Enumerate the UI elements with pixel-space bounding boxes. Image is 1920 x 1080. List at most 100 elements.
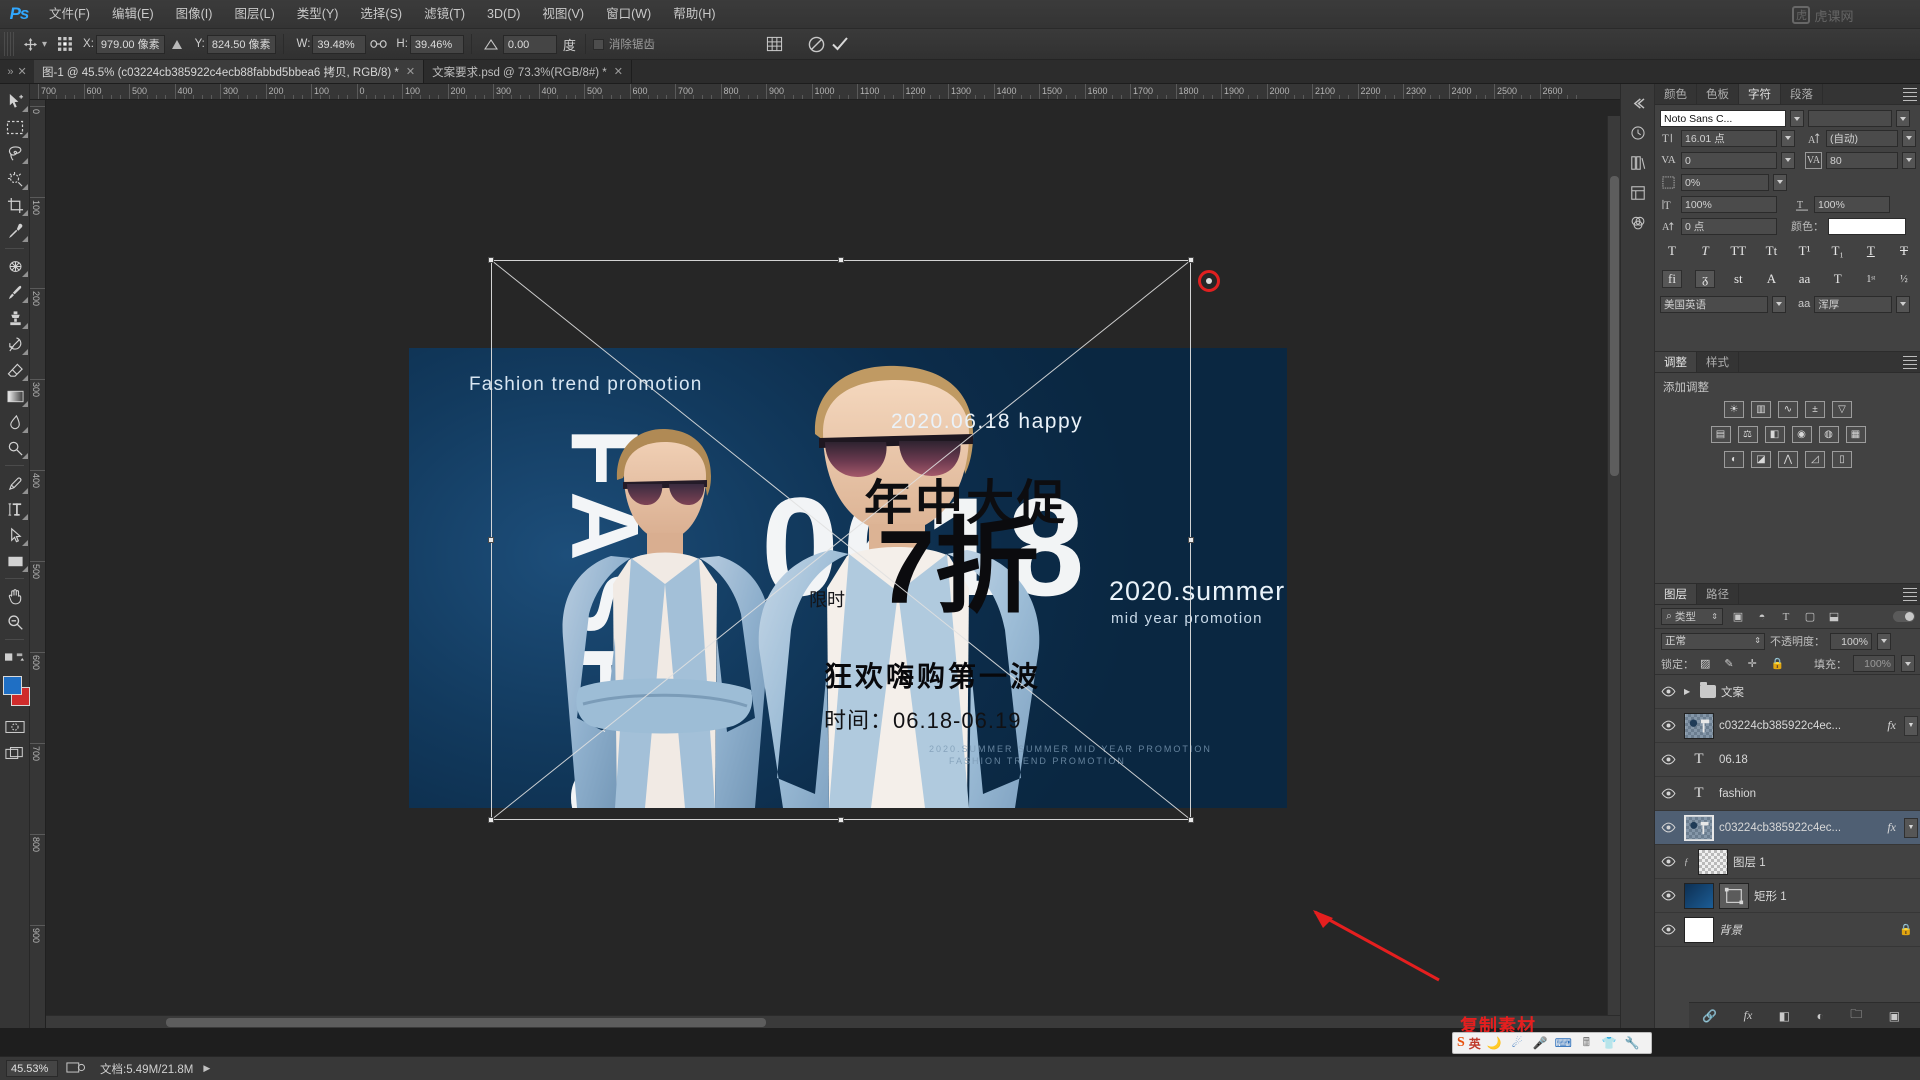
curves-icon[interactable]: ∿ — [1778, 401, 1798, 418]
discretionary-ligatures-button[interactable]: st — [1728, 270, 1748, 288]
menu-item-10[interactable]: 帮助(H) — [662, 0, 726, 29]
close-all-icon[interactable]: ✕ — [17, 65, 26, 78]
layers-panel-menu-icon[interactable] — [1903, 588, 1917, 601]
opacity-field[interactable]: 100% — [1830, 632, 1872, 650]
font-family-field[interactable]: Noto Sans C... — [1660, 110, 1786, 127]
vertical-scale-field[interactable]: 100% — [1681, 195, 1777, 213]
swash-button[interactable]: A — [1761, 270, 1781, 288]
menu-item-7[interactable]: 3D(D) — [476, 0, 531, 29]
titling-alternates-button[interactable]: T — [1828, 270, 1848, 288]
cancel-transform-icon[interactable] — [804, 33, 828, 55]
language-field[interactable]: 美国英语 — [1660, 295, 1768, 313]
layer-visibility-icon[interactable] — [1657, 913, 1679, 947]
photo-filter-icon[interactable]: ◉ — [1791, 426, 1812, 443]
vector-mask-thumbnail[interactable] — [1719, 882, 1749, 909]
small-caps-button[interactable]: Tt — [1761, 242, 1781, 260]
layer-row[interactable]: ƒ 图层 1 — [1655, 845, 1920, 879]
menu-item-2[interactable]: 图像(I) — [165, 0, 224, 29]
antialias-checkbox[interactable]: 消除锯齿 — [592, 36, 655, 52]
clone-stamp-tool[interactable] — [0, 305, 30, 331]
move-tool-preset-icon[interactable] — [18, 33, 42, 55]
menu-item-1[interactable]: 编辑(E) — [101, 0, 165, 29]
menu-item-5[interactable]: 选择(S) — [349, 0, 413, 29]
layer-name[interactable]: c03224cb385922c4ec... — [1719, 720, 1882, 732]
ordinals-button[interactable]: 1ˢᵗ — [1861, 270, 1881, 288]
faux-italic-button[interactable]: T — [1695, 242, 1715, 260]
lock-position-icon[interactable]: ✛ — [1748, 657, 1757, 670]
font-style-dropdown[interactable] — [1896, 110, 1910, 127]
hue-saturation-icon[interactable]: ▤ — [1710, 426, 1731, 443]
moon-icon[interactable]: 🌙 — [1485, 1034, 1504, 1052]
text-color-swatch[interactable] — [1828, 217, 1906, 235]
pixel-layer-thumbnail[interactable] — [1698, 848, 1728, 875]
menu-item-3[interactable]: 图层(L) — [223, 0, 285, 29]
layer-name[interactable]: 06.18 — [1719, 754, 1920, 766]
posterize-icon[interactable]: ◪ — [1751, 451, 1771, 468]
tools-icon[interactable]: 🔧 — [1623, 1034, 1642, 1052]
levels-icon[interactable]: ▥ — [1751, 401, 1771, 418]
layer-row[interactable]: Tfashion — [1655, 777, 1920, 811]
tab-overflow-arrows[interactable]: » ✕ — [0, 60, 34, 83]
brush-tool[interactable] — [0, 279, 30, 305]
path-selection-tool[interactable] — [0, 522, 30, 548]
tab-character[interactable]: 字符 — [1739, 84, 1781, 104]
layer-visibility-icon[interactable] — [1657, 845, 1679, 879]
black-white-icon[interactable]: ◧ — [1764, 426, 1785, 443]
leading-field[interactable]: (自动) — [1826, 129, 1898, 147]
transform-handle-bc[interactable] — [838, 817, 844, 823]
tab-styles[interactable]: 样式 — [1697, 352, 1739, 372]
layer-fx-expand-icon[interactable]: ▼ — [1904, 817, 1918, 838]
crop-tool[interactable] — [0, 192, 30, 218]
font-family-dropdown[interactable] — [1790, 110, 1804, 127]
add-layer-style-icon[interactable]: fx — [1744, 1008, 1753, 1023]
color-lookup-icon[interactable]: ▦ — [1845, 426, 1866, 443]
antialias-box[interactable] — [592, 38, 604, 50]
reference-point-icon[interactable] — [53, 33, 77, 55]
type-tool[interactable] — [0, 496, 30, 522]
close-tab-icon[interactable]: ✕ — [614, 65, 623, 78]
layer-visibility-icon[interactable] — [1657, 879, 1679, 913]
tab-paths[interactable]: 路径 — [1697, 584, 1739, 604]
collapse-panels-icon[interactable] — [1621, 88, 1655, 118]
banner-artwork[interactable]: FASHION 0618 — [409, 348, 1287, 808]
expand-icon[interactable]: » — [7, 66, 13, 78]
screen-mode-icon[interactable] — [0, 740, 30, 766]
skin-icon[interactable]: 👕 — [1600, 1034, 1619, 1052]
tab-paragraph[interactable]: 段落 — [1781, 84, 1823, 104]
filter-adjustment-icon[interactable]: ◓ — [1753, 608, 1771, 625]
all-caps-button[interactable]: TT — [1728, 242, 1748, 260]
transform-handle-bl[interactable] — [488, 817, 494, 823]
layer-row[interactable]: c03224cb385922c4ec... fx ▼ — [1655, 709, 1920, 743]
new-layer-icon[interactable]: ▣ — [1889, 1009, 1900, 1023]
warp-icon[interactable] — [762, 33, 786, 55]
tab-color[interactable]: 颜色 — [1655, 84, 1697, 104]
history-brush-tool[interactable] — [0, 331, 30, 357]
hand-tool[interactable] — [0, 583, 30, 609]
layer-row[interactable]: 矩形 1 — [1655, 879, 1920, 913]
fill-field[interactable]: 100% — [1853, 655, 1895, 672]
filter-shape-icon[interactable]: ▢ — [1801, 608, 1819, 625]
leading-dropdown[interactable] — [1902, 129, 1916, 147]
lock-image-icon[interactable]: ✎ — [1724, 657, 1733, 670]
menu-item-9[interactable]: 窗口(W) — [595, 0, 662, 29]
menu-item-0[interactable]: 文件(F) — [38, 0, 101, 29]
strikethrough-button[interactable]: T — [1894, 242, 1914, 260]
link-icon[interactable] — [366, 33, 390, 55]
add-layer-mask-icon[interactable]: ◧ — [1779, 1009, 1790, 1023]
weather-icon[interactable]: ☄ — [1508, 1034, 1527, 1052]
font-style-field[interactable] — [1808, 110, 1892, 127]
filter-pixel-icon[interactable]: ▣ — [1729, 608, 1747, 625]
layer-name[interactable]: 图层 1 — [1733, 854, 1920, 870]
move-tool[interactable] — [0, 88, 30, 114]
y-field[interactable]: 824.50 像素 — [206, 34, 276, 54]
history-panel-icon[interactable] — [1621, 118, 1655, 148]
brightness-contrast-icon[interactable]: ☀ — [1724, 401, 1744, 418]
gradient-map-icon[interactable]: ◿ — [1805, 451, 1825, 468]
layer-name[interactable]: 矩形 1 — [1754, 888, 1920, 904]
layer-visibility-icon[interactable] — [1657, 709, 1679, 743]
layer-row[interactable]: ▶ 文案 — [1655, 675, 1920, 709]
filter-smart-icon[interactable]: ⬓ — [1825, 608, 1843, 625]
smart-object-thumbnail[interactable] — [1684, 712, 1714, 739]
tracking-dropdown[interactable] — [1902, 151, 1916, 169]
x-field[interactable]: 979.00 像素 — [95, 34, 165, 54]
